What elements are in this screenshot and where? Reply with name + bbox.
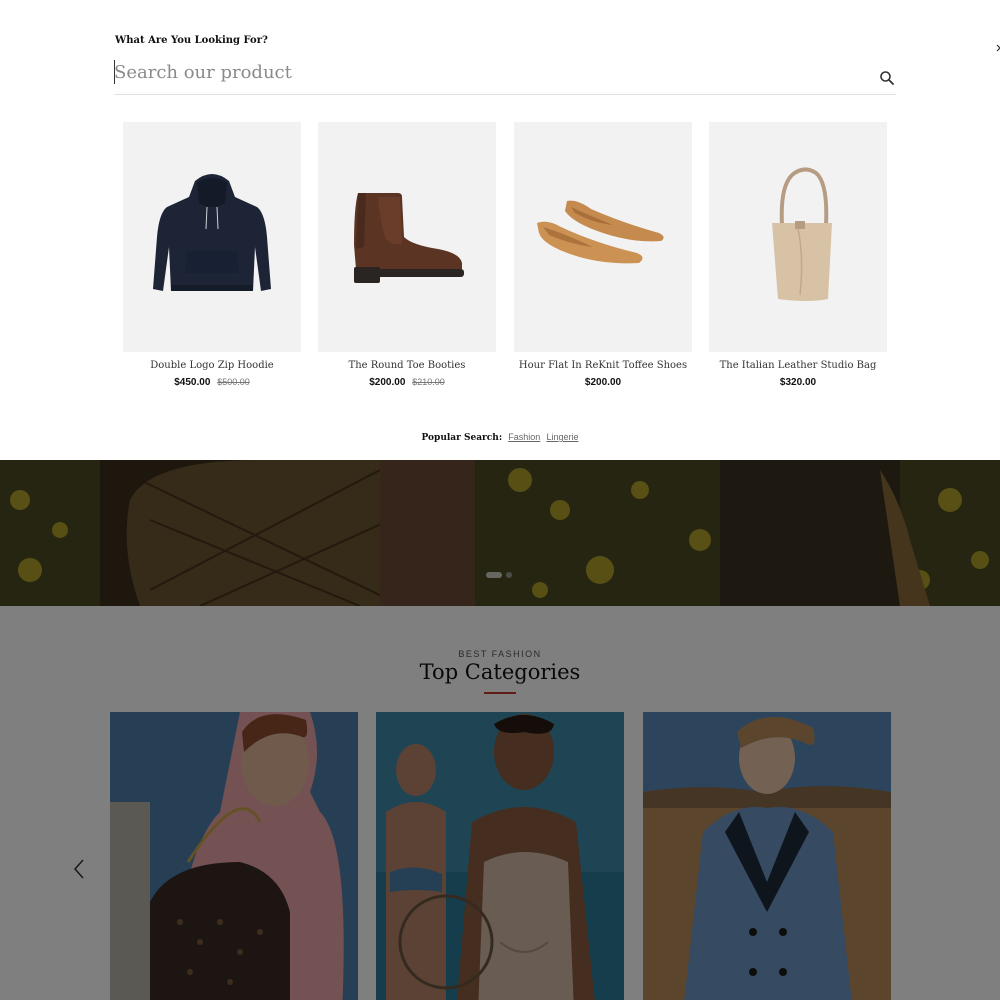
slider-dot-1[interactable] [486, 572, 502, 578]
product-price: $200.00 [584, 377, 622, 388]
product-price: $450.00 [174, 377, 211, 388]
search-heading: What Are You Looking For? [115, 35, 268, 46]
product-image-booties[interactable] [318, 122, 496, 352]
product-price: $320.00 [779, 377, 817, 388]
hero-slider [0, 460, 1000, 606]
popular-search-link-lingerie[interactable]: Lingerie [546, 432, 578, 442]
carousel-prev-icon[interactable] [72, 858, 86, 880]
product-name[interactable]: The Italian Leather Studio Bag [709, 360, 887, 371]
search-icon[interactable] [879, 70, 895, 86]
product-card[interactable]: Hour Flat In ReKnit Toffee Shoes $200.00 [514, 122, 692, 388]
slider-dot-2[interactable] [506, 572, 512, 578]
slider-dots [486, 572, 512, 578]
product-name[interactable]: Double Logo Zip Hoodie [123, 360, 301, 371]
search-panel: What Are You Looking For? Double Logo [0, 0, 1000, 460]
product-image-bag[interactable] [709, 122, 887, 352]
category-image [643, 712, 891, 1000]
section-eyebrow: BEST FASHION [458, 649, 542, 659]
product-image-hoodie[interactable] [123, 122, 301, 352]
category-card[interactable] [110, 712, 358, 1000]
text-caret [114, 60, 115, 84]
popular-search-label: Popular Search: [421, 433, 503, 443]
category-card[interactable] [376, 712, 624, 1000]
product-name[interactable]: Hour Flat In ReKnit Toffee Shoes [514, 360, 692, 371]
popular-search: Popular Search: Fashion Lingerie [0, 432, 1000, 443]
close-icon[interactable] [996, 37, 1000, 52]
popular-search-link-fashion[interactable]: Fashion [508, 432, 540, 442]
title-underline [484, 692, 516, 694]
product-card[interactable]: Double Logo Zip Hoodie $450.00 $500.00 [123, 122, 301, 388]
product-name[interactable]: The Round Toe Booties [318, 360, 496, 371]
category-image [376, 712, 624, 1000]
product-image-flats[interactable] [514, 122, 692, 352]
product-card[interactable]: The Italian Leather Studio Bag $320.00 [709, 122, 887, 388]
search-input[interactable] [114, 56, 854, 88]
product-old-price: $500.00 [217, 377, 250, 387]
category-image [110, 712, 358, 1000]
product-price: $200.00 [369, 377, 406, 388]
search-bar [114, 56, 896, 95]
section-title: Top Categories [419, 660, 581, 684]
product-card[interactable]: The Round Toe Booties $200.00 $210.00 [318, 122, 496, 388]
top-categories-section: BEST FASHION Top Categories [0, 606, 1000, 1000]
product-old-price: $210.00 [412, 377, 445, 387]
product-results: Double Logo Zip Hoodie $450.00 $500.00 T… [123, 122, 887, 392]
category-card[interactable] [643, 712, 891, 1000]
hero-image [0, 460, 1000, 606]
